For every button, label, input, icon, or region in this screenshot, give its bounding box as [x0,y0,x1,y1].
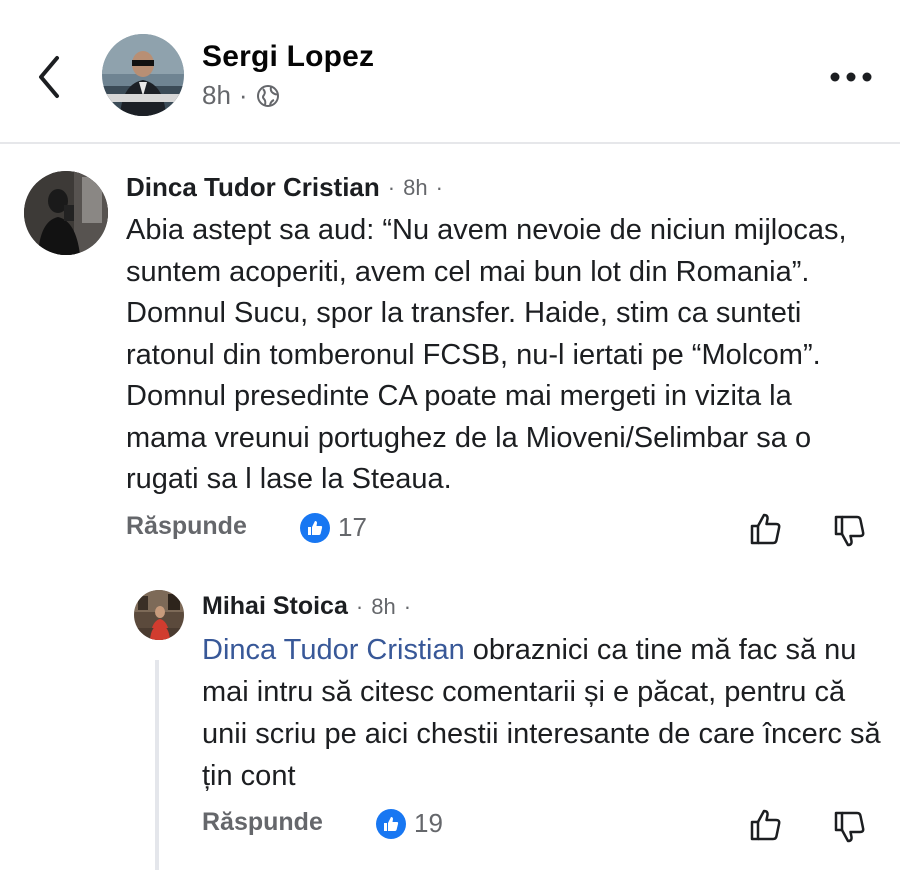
commenter-avatar[interactable] [134,590,184,640]
meta-separator: · [387,174,396,200]
comment-author[interactable]: Mihai Stoica [202,592,348,621]
post-time[interactable]: 8h [202,80,231,111]
downvote-button[interactable] [832,809,868,845]
comment-header: Mihai Stoica · 8h · [202,592,411,621]
more-options-button[interactable] [828,68,874,86]
reaction-summary[interactable]: 17 [300,512,367,543]
post-meta: 8h · [202,80,280,111]
avatar-image [24,171,108,255]
upvote-button[interactable] [748,511,784,547]
avatar-image [134,590,184,640]
meta-separator: · [238,80,248,110]
like-reaction-icon [376,808,406,839]
thumbs-up-icon [750,513,781,545]
upvote-button[interactable] [748,807,784,843]
thumbs-down-icon [834,515,865,547]
comment-time[interactable]: 8h [371,594,395,620]
back-button[interactable] [30,52,70,102]
poster-avatar[interactable] [102,34,184,116]
reaction-summary[interactable]: 19 [376,808,443,839]
like-count: 17 [338,512,367,542]
like-count: 19 [414,808,443,838]
comment-actions: Răspunde [202,808,323,837]
reply-button[interactable]: Răspunde [126,512,247,541]
globe-icon [256,84,279,107]
mention-link[interactable]: Dinca Tudor Cristian [202,634,465,666]
reply-thread-line [155,660,159,870]
thumbs-down-icon [834,811,865,843]
downvote-button[interactable] [832,513,868,549]
meta-separator: · [403,593,412,619]
comment-header: Dinca Tudor Cristian · 8h · [126,172,443,203]
poster-name[interactable]: Sergi Lopez [202,40,374,74]
header-divider [0,142,900,144]
comment-actions: Răspunde [126,512,247,541]
commenter-avatar[interactable] [24,171,108,255]
meta-separator: · [435,174,443,200]
like-reaction-icon [300,512,330,543]
comment-text: Dinca Tudor Cristian obraznici ca tine m… [202,629,882,797]
comment-time[interactable]: 8h [403,175,427,201]
comment-text: Abia astept sa aud: “Nu avem nevoie de n… [126,214,847,495]
avatar-image [102,34,184,116]
meta-separator: · [355,593,364,619]
comment-author[interactable]: Dinca Tudor Cristian [126,172,380,203]
thumbs-up-icon [750,809,781,841]
more-options-icon [830,72,872,82]
reply-button[interactable]: Răspunde [202,808,323,837]
back-chevron-icon [39,56,59,98]
